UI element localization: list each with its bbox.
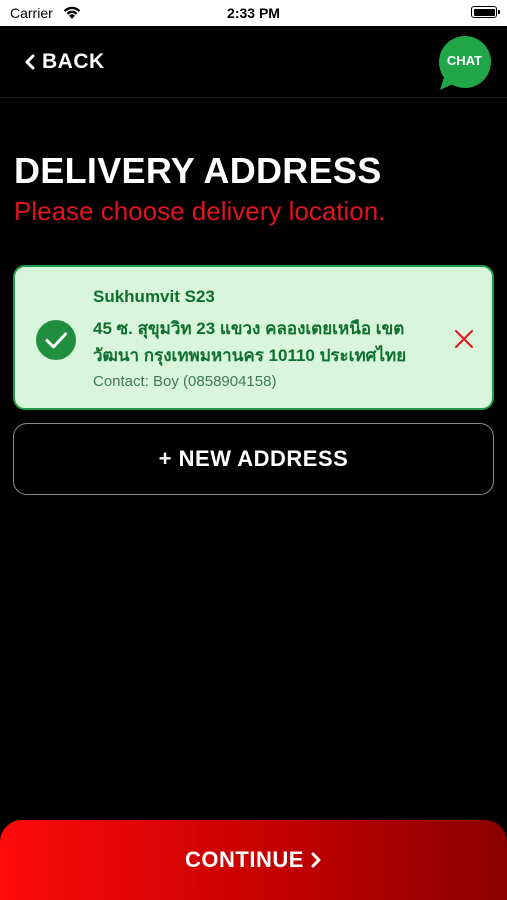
- close-icon[interactable]: [453, 328, 475, 350]
- back-label: BACK: [42, 50, 105, 73]
- chevron-left-icon: [25, 54, 35, 70]
- continue-label: CONTINUE: [185, 847, 304, 872]
- chevron-right-icon: [311, 852, 321, 868]
- chat-button[interactable]: CHAT: [435, 36, 494, 92]
- check-circle-icon: [36, 320, 76, 360]
- page-subtitle: Please choose delivery location.: [14, 196, 386, 226]
- address-line: 45 ซ. สุขุมวิท 23 แขวง คลองเตยเหนือ เขต …: [93, 319, 407, 365]
- back-button[interactable]: BACK: [24, 50, 105, 74]
- new-address-label: + NEW ADDRESS: [158, 446, 349, 471]
- page-title: DELIVERY ADDRESS: [14, 150, 382, 191]
- continue-button[interactable]: CONTINUE: [0, 820, 507, 900]
- battery-icon: [471, 6, 500, 18]
- chat-label: CHAT: [446, 53, 483, 68]
- address-card[interactable]: Sukhumvit S23 45 ซ. สุขุมวิท 23 แขวง คลอ…: [13, 265, 494, 410]
- address-contact: Contact: Boy (0858904158): [93, 373, 277, 390]
- new-address-button[interactable]: + NEW ADDRESS: [13, 423, 494, 495]
- navigation-bar: BACK CHAT: [0, 26, 507, 98]
- clock-time: 2:33 PM: [227, 5, 280, 21]
- status-bar: Carrier 2:33 PM: [0, 0, 507, 26]
- address-name: Sukhumvit S23: [93, 287, 215, 306]
